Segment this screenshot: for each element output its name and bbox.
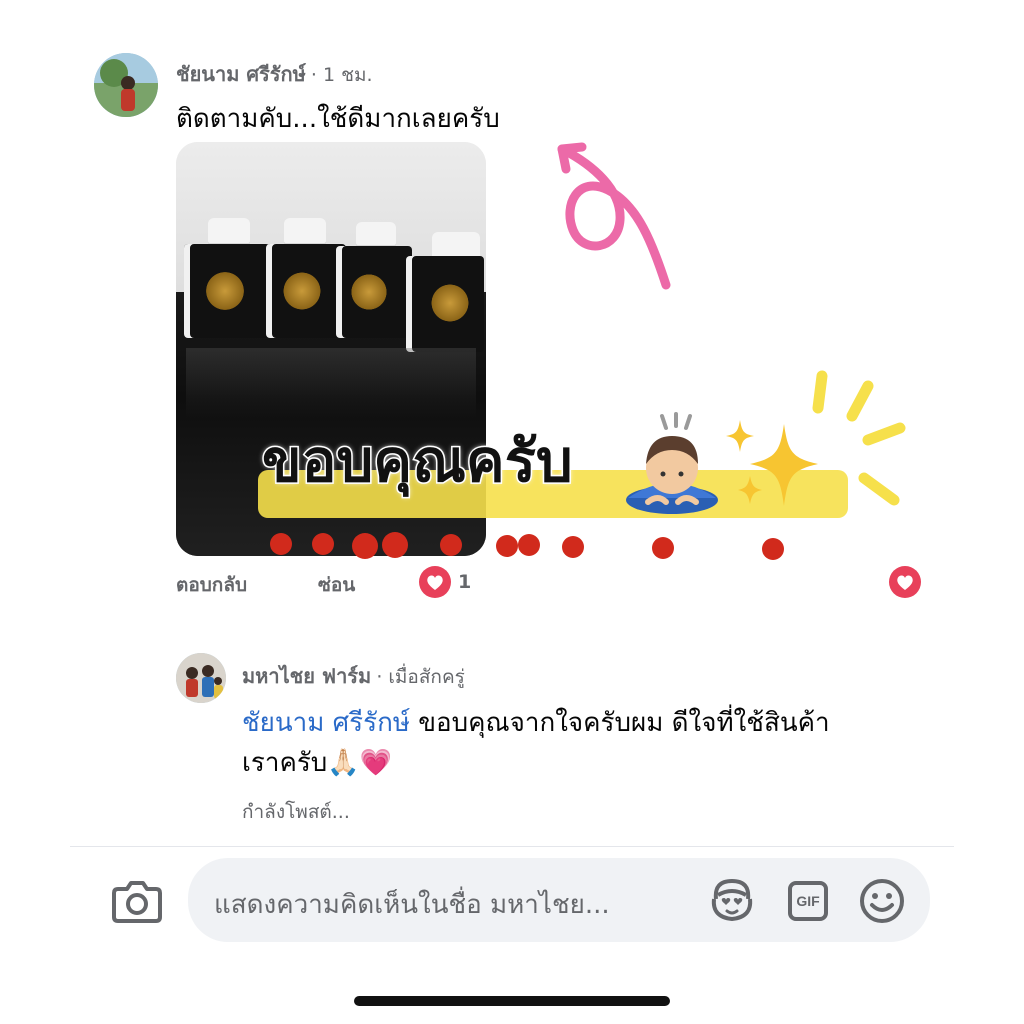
home-indicator[interactable] xyxy=(354,996,670,1006)
pink-arrow-doodle xyxy=(557,142,671,290)
camera-button[interactable] xyxy=(108,874,166,928)
yellow-rays-doodle xyxy=(812,370,906,506)
composer-divider xyxy=(70,846,954,847)
comment-composer[interactable]: แสดงความคิดเห็นในชื่อ มหาไชย... GIF xyxy=(188,858,930,942)
reply-timestamp: · เมื่อสักครู่ xyxy=(376,666,465,688)
reaction-summary[interactable]: 1 xyxy=(418,565,471,599)
reply-link[interactable]: ตอบกลับ xyxy=(176,570,247,600)
smiley-icon xyxy=(860,879,904,923)
camera-icon xyxy=(112,881,162,923)
gif-icon: GIF xyxy=(788,881,828,921)
reply-avatar[interactable] xyxy=(176,653,226,703)
reaction-count: 1 xyxy=(458,571,472,593)
bowing-person-emoji xyxy=(626,412,718,514)
emoji-button[interactable] xyxy=(856,876,908,926)
comment-input-placeholder[interactable]: แสดงความคิดเห็นในชื่อ มหาไชย... xyxy=(214,884,610,925)
love-reaction-button-icon[interactable] xyxy=(888,565,922,599)
commenter-avatar[interactable] xyxy=(94,53,158,117)
posting-status: กำลังโพสต์... xyxy=(242,801,350,823)
gif-button[interactable]: GIF xyxy=(784,878,832,924)
avatar-face-icon xyxy=(711,878,753,922)
reply-author-name[interactable]: มหาไชย ฟาร์ม xyxy=(242,664,371,688)
avatar-sticker-button[interactable] xyxy=(706,876,758,924)
reply-text-line1: ขอบคุณจากใจครับผม ดีใจที่ใช้สินค้า xyxy=(409,708,830,738)
comment-timestamp: · 1 ชม. xyxy=(310,64,373,86)
sticker-thanks-text: ขอบคุณครับ xyxy=(261,426,575,497)
gif-label: GIF xyxy=(796,893,820,909)
reply-text-line2: เราครับ🙏🏻💗 xyxy=(242,748,393,778)
hide-link[interactable]: ซ่อน xyxy=(318,570,355,600)
comment-text: ติดตามคับ...ใช้ดีมากเลยครับ xyxy=(176,104,500,134)
love-reaction-icon xyxy=(419,566,451,598)
mention-link[interactable]: ชัยนาม ศรีรักษ์ xyxy=(242,708,410,738)
commenter-name[interactable]: ชัยนาม ศรีรักษ์ xyxy=(176,62,306,86)
reply-text-line1-container: ชัยนาม ศรีรักษ์ ขอบคุณจากใจครับผม ดีใจที… xyxy=(242,702,830,743)
